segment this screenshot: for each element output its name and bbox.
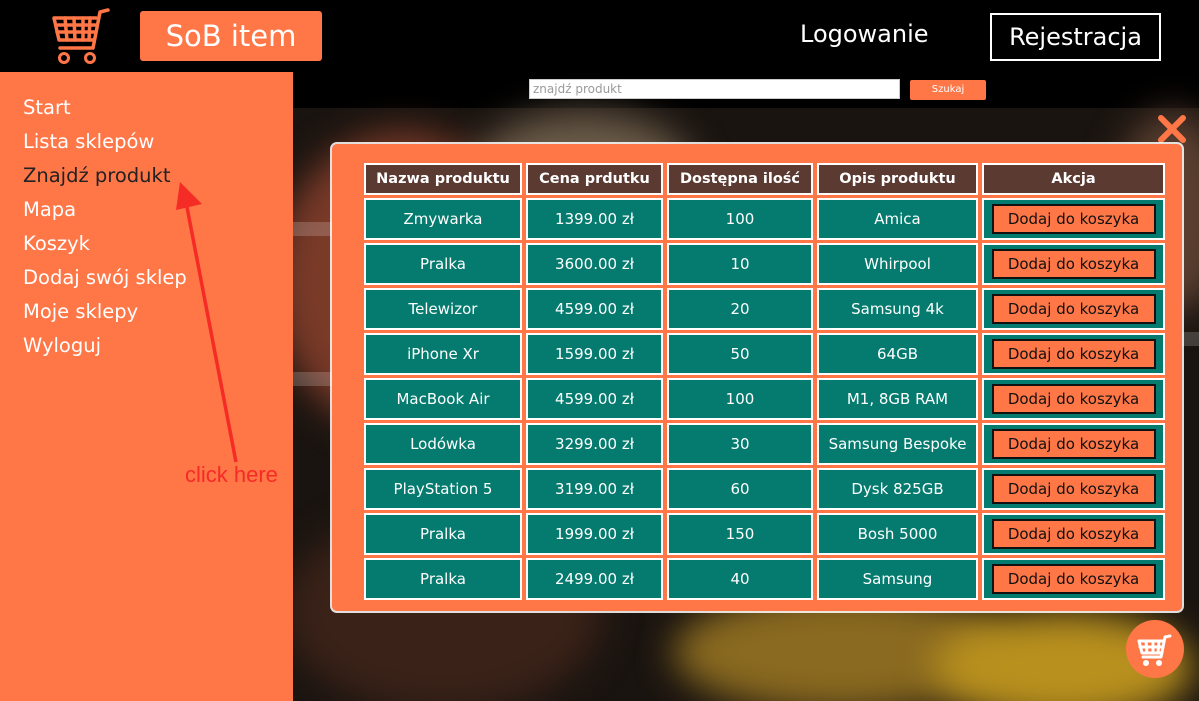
action-cell: Dodaj do koszyka	[982, 198, 1165, 240]
column-header-price: Cena prdutku	[526, 163, 663, 195]
product-name: MacBook Air	[364, 378, 522, 420]
cart-fab-icon	[1137, 634, 1172, 666]
product-quantity: 30	[667, 423, 813, 465]
table-row: Lodówka 3299.00 zł 30 Samsung Bespoke Do…	[364, 423, 1165, 465]
product-quantity: 50	[667, 333, 813, 375]
products-table: Nazwa produktu Cena prdutku Dostępna ilo…	[360, 160, 1169, 603]
product-description: M1, 8GB RAM	[817, 378, 978, 420]
product-description: Samsung Bespoke	[817, 423, 978, 465]
product-description: Whirpool	[817, 243, 978, 285]
product-panel: Nazwa produktu Cena prdutku Dostępna ilo…	[332, 144, 1182, 611]
sidebar-item-shop-list[interactable]: Lista sklepów	[23, 130, 154, 153]
floating-cart-button[interactable]	[1126, 620, 1184, 678]
add-to-cart-button[interactable]: Dodaj do koszyka	[991, 474, 1156, 504]
product-name: Zmywarka	[364, 198, 522, 240]
product-description: Bosh 5000	[817, 513, 978, 555]
annotation-arrow	[176, 182, 238, 463]
product-description: Samsung	[817, 558, 978, 600]
register-button[interactable]: Rejestracja	[990, 13, 1161, 61]
action-cell: Dodaj do koszyka	[982, 468, 1165, 510]
table-row: PlayStation 5 3199.00 zł 60 Dysk 825GB D…	[364, 468, 1165, 510]
table-row: Pralka 1999.00 zł 150 Bosh 5000 Dodaj do…	[364, 513, 1165, 555]
table-row: Telewizor 4599.00 zł 20 Samsung 4k Dodaj…	[364, 288, 1165, 330]
add-to-cart-button[interactable]: Dodaj do koszyka	[991, 384, 1156, 414]
product-quantity: 40	[667, 558, 813, 600]
add-to-cart-button[interactable]: Dodaj do koszyka	[991, 249, 1156, 279]
brand-button[interactable]: SoB item	[140, 11, 322, 61]
product-price: 3199.00 zł	[526, 468, 663, 510]
product-quantity: 150	[667, 513, 813, 555]
add-to-cart-button[interactable]: Dodaj do koszyka	[991, 204, 1156, 234]
add-to-cart-button[interactable]: Dodaj do koszyka	[991, 564, 1156, 594]
add-to-cart-button[interactable]: Dodaj do koszyka	[991, 519, 1156, 549]
table-row: Pralka 3600.00 zł 10 Whirpool Dodaj do k…	[364, 243, 1165, 285]
product-price: 2499.00 zł	[526, 558, 663, 600]
table-row: iPhone Xr 1599.00 zł 50 64GB Dodaj do ko…	[364, 333, 1165, 375]
product-quantity: 100	[667, 198, 813, 240]
top-header: SoB item Logowanie Rejestracja	[0, 0, 1199, 72]
column-header-description: Opis produktu	[817, 163, 978, 195]
product-name: iPhone Xr	[364, 333, 522, 375]
product-name: Pralka	[364, 243, 522, 285]
login-link[interactable]: Logowanie	[800, 20, 929, 48]
column-header-quantity: Dostępna ilość	[667, 163, 813, 195]
action-cell: Dodaj do koszyka	[982, 378, 1165, 420]
action-cell: Dodaj do koszyka	[982, 288, 1165, 330]
product-price: 1599.00 zł	[526, 333, 663, 375]
table-row: Pralka 2499.00 zł 40 Samsung Dodaj do ko…	[364, 558, 1165, 600]
column-header-name: Nazwa produktu	[364, 163, 522, 195]
table-row: Zmywarka 1399.00 zł 100 Amica Dodaj do k…	[364, 198, 1165, 240]
column-header-action: Akcja	[982, 163, 1165, 195]
sidebar-item-my-shops[interactable]: Moje sklepy	[23, 300, 138, 323]
product-name: PlayStation 5	[364, 468, 522, 510]
product-price: 4599.00 zł	[526, 288, 663, 330]
sidebar-item-map[interactable]: Mapa	[23, 198, 76, 221]
product-description: Amica	[817, 198, 978, 240]
product-quantity: 10	[667, 243, 813, 285]
product-quantity: 20	[667, 288, 813, 330]
product-name: Pralka	[364, 513, 522, 555]
product-name: Telewizor	[364, 288, 522, 330]
cart-logo-icon[interactable]	[50, 6, 114, 66]
action-cell: Dodaj do koszyka	[982, 558, 1165, 600]
sidebar-item-logout[interactable]: Wyloguj	[23, 334, 101, 357]
product-description: 64GB	[817, 333, 978, 375]
sidebar-item-cart[interactable]: Koszyk	[23, 232, 90, 255]
add-to-cart-button[interactable]: Dodaj do koszyka	[991, 339, 1156, 369]
product-name: Lodówka	[364, 423, 522, 465]
add-to-cart-button[interactable]: Dodaj do koszyka	[991, 429, 1156, 459]
product-name: Pralka	[364, 558, 522, 600]
product-description: Dysk 825GB	[817, 468, 978, 510]
action-cell: Dodaj do koszyka	[982, 513, 1165, 555]
product-description: Samsung 4k	[817, 288, 978, 330]
sidebar-item-start[interactable]: Start	[23, 96, 71, 119]
product-price: 1399.00 zł	[526, 198, 663, 240]
close-icon[interactable]	[1156, 113, 1188, 145]
add-to-cart-button[interactable]: Dodaj do koszyka	[991, 294, 1156, 324]
click-here-annotation: click here	[185, 462, 278, 487]
search-button[interactable]: Szukaj	[910, 80, 986, 100]
bg-shelf	[293, 372, 333, 386]
search-input[interactable]: znajdź produkt	[529, 79, 900, 99]
product-price: 3600.00 zł	[526, 243, 663, 285]
action-cell: Dodaj do koszyka	[982, 423, 1165, 465]
product-quantity: 60	[667, 468, 813, 510]
product-price: 1999.00 zł	[526, 513, 663, 555]
sidebar-item-find-product[interactable]: Znajdź produkt	[23, 164, 170, 187]
product-price: 4599.00 zł	[526, 378, 663, 420]
product-price: 3299.00 zł	[526, 423, 663, 465]
action-cell: Dodaj do koszyka	[982, 243, 1165, 285]
table-row: MacBook Air 4599.00 zł 100 M1, 8GB RAM D…	[364, 378, 1165, 420]
product-quantity: 100	[667, 378, 813, 420]
table-header-row: Nazwa produktu Cena prdutku Dostępna ilo…	[364, 163, 1165, 195]
action-cell: Dodaj do koszyka	[982, 333, 1165, 375]
bg-shelf	[293, 222, 333, 236]
